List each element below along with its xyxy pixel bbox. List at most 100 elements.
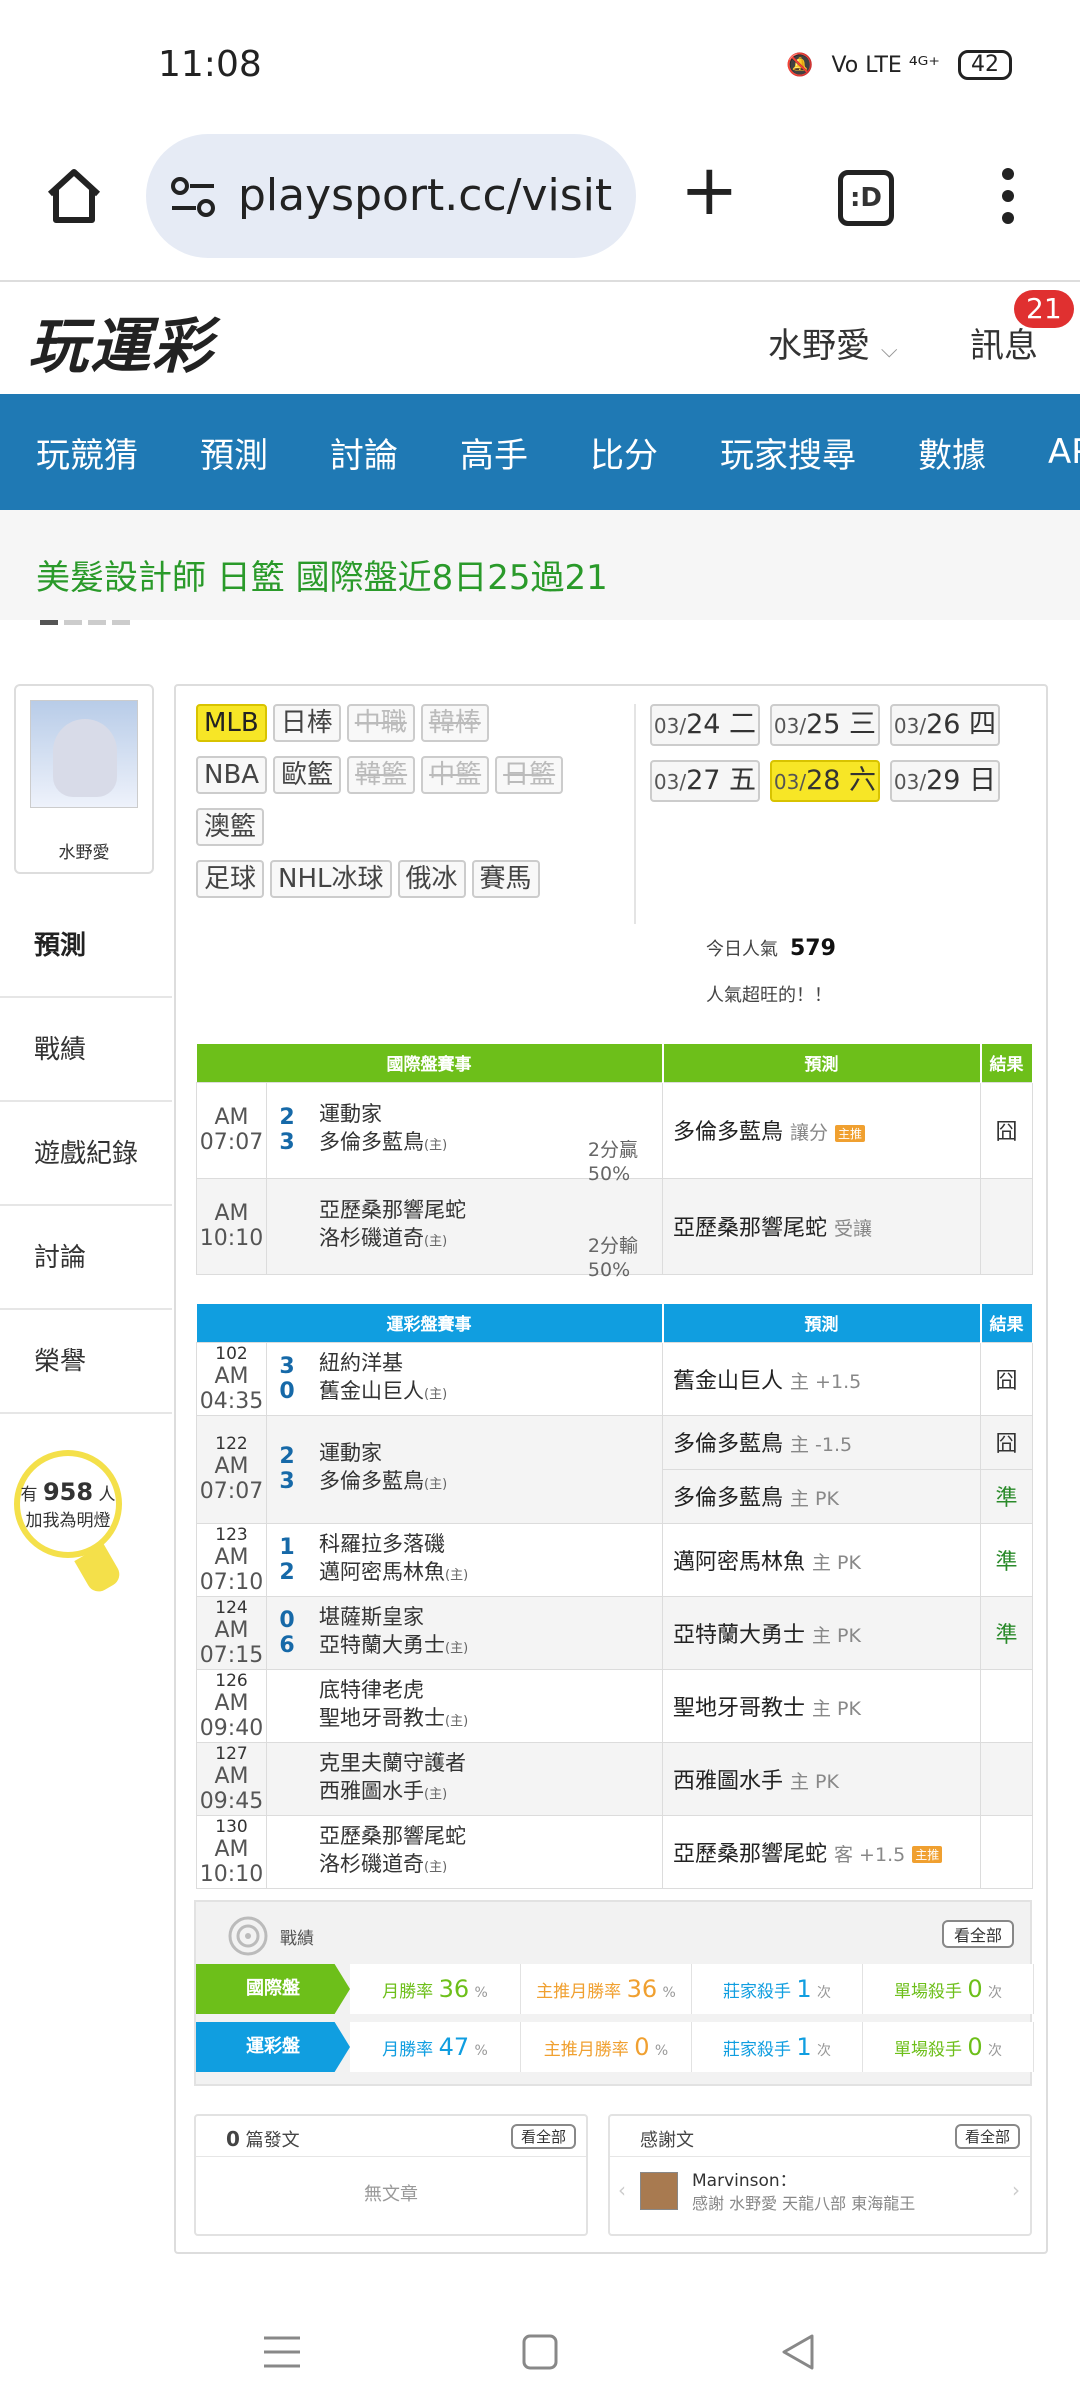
site-settings-icon[interactable] [170,174,216,220]
profile-menu-item[interactable]: 遊戲紀錄 [0,1102,172,1206]
thanks-user[interactable]: Marvinson： [692,2166,797,2191]
sport-tab[interactable]: NBA [196,756,268,794]
away-team[interactable]: 克里夫蘭守護者 [319,1749,466,1777]
fans-cta: 加我為明燈 [25,1511,111,1531]
posts-label: 篇發文 [245,2130,300,2151]
sport-tab[interactable]: 中職 [346,704,415,742]
home-team[interactable]: 聖地牙哥教士 [319,1706,445,1730]
stat-label: 莊家殺手 [722,1982,791,2002]
nav-item[interactable]: 玩家搜尋 [684,428,882,477]
record-stat: 月勝率 36 % [350,1964,521,2014]
new-tab-icon[interactable]: + [680,155,739,225]
nav-item[interactable]: 預測 [164,428,294,477]
record-stat: 單場殺手 0 次 [863,1964,1034,2014]
home-team[interactable]: 亞特蘭大勇士 [319,1633,445,1657]
stat-label: 月勝率 [382,2040,434,2060]
game-number: 127 [215,1743,248,1764]
prediction-team: 邁阿密馬林魚 [673,1549,806,1575]
popularity: 今日人氣 579 人氣超旺的！！ [706,926,836,1019]
nav-item[interactable]: 玩競猜 [0,428,164,477]
posts-box: 0 篇發文 看全部 無文章 [194,2114,588,2236]
away-team[interactable]: 亞歷桑那響尾蛇 [319,1196,466,1224]
stat-label: 單場殺手 [893,1982,962,2002]
promo-banner[interactable]: 美髮設計師 日籃 國際盤近8日25過21 [0,510,1080,620]
site-logo[interactable]: 玩運彩 [28,298,214,385]
prediction-team: 多倫多藍鳥 [673,1486,784,1511]
date-month: 03/ [773,770,807,794]
home-team[interactable]: 多倫多藍鳥 [319,1469,424,1493]
date-month: 03/ [653,770,687,794]
nav-item[interactable]: 數據 [882,428,1012,477]
record-label: 運彩盤 [196,2022,350,2072]
date-button[interactable]: 03/26 四 [890,704,1000,746]
home-button-icon[interactable] [522,2334,558,2370]
fan-lightbulb[interactable]: 有 958 人 加我為明燈 [14,1450,124,1596]
thanks-view-all-button[interactable]: 看全部 [954,2124,1020,2149]
sport-tab[interactable]: 足球 [196,860,265,898]
home-icon[interactable] [42,164,106,228]
profile-menu-item[interactable]: 戰績 [0,998,172,1102]
sport-tab[interactable]: 日籃 [495,756,564,794]
sport-tab[interactable]: 歐籃 [273,756,342,794]
profile-menu-item[interactable]: 榮譽 [0,1310,172,1414]
more-menu-icon[interactable] [1000,166,1016,226]
recent-apps-icon[interactable] [262,2334,302,2370]
sport-tab[interactable]: 中籃 [421,756,490,794]
profile-menu-item[interactable]: 預測 [0,894,172,998]
home-team[interactable]: 邁阿密馬林魚 [319,1560,445,1584]
stat-value: 0 [967,1975,983,2003]
away-team[interactable]: 堪薩斯皇家 [319,1603,468,1631]
chevron-right-icon[interactable]: › [1012,2178,1020,2202]
date-day: 25 三 [806,709,877,740]
record-view-all-button[interactable]: 看全部 [941,1920,1014,1948]
home-team[interactable]: 西雅圖水手 [319,1779,424,1803]
result-mark: 囧 [995,1368,1018,1394]
avatar-card[interactable]: 水野愛 [14,684,154,874]
away-team[interactable]: 底特律老虎 [319,1676,468,1704]
sport-tab[interactable]: MLB [196,704,267,742]
tab-switcher-icon[interactable]: :D [838,170,894,226]
home-marker: (主) [445,1567,469,1583]
sport-tab[interactable]: 俄冰 [397,860,466,898]
away-team[interactable]: 亞歷桑那響尾蛇 [319,1822,466,1850]
url-bar[interactable]: playsport.cc/visit [146,134,636,258]
home-team[interactable]: 多倫多藍鳥 [319,1130,424,1154]
date-button[interactable]: 03/25 三 [770,704,880,746]
chevron-left-icon[interactable]: ‹ [618,2178,626,2202]
away-team[interactable]: 運動家 [319,1100,447,1128]
home-team[interactable]: 洛杉磯道奇 [319,1852,424,1876]
home-marker: (主) [424,1859,448,1875]
date-button[interactable]: 03/28 六 [770,760,880,802]
nav-item[interactable]: 討論 [294,428,424,477]
sport-tab[interactable]: 賽馬 [471,860,540,898]
nav-item[interactable]: 高手 [424,428,554,477]
profile-menu-item[interactable]: 討論 [0,1206,172,1310]
sport-tab[interactable]: 韓棒 [420,704,489,742]
home-team[interactable]: 洛杉磯道奇 [319,1226,424,1250]
date-button[interactable]: 03/24 二 [650,704,760,746]
user-menu[interactable]: 水野愛 ⌵ [768,318,898,367]
away-team[interactable]: 紐約洋基 [319,1349,447,1377]
stat-value: 1 [796,1975,812,2003]
sport-tab[interactable]: 澳籃 [196,808,265,846]
back-icon[interactable] [780,2334,816,2370]
away-team[interactable]: 運動家 [319,1439,447,1467]
date-day: 27 五 [686,765,757,796]
fans-count: 958 [42,1478,94,1506]
date-button[interactable]: 03/27 五 [650,760,760,802]
table-header: 國際盤賽事 [196,1044,664,1082]
nav-item[interactable]: APP [1012,432,1080,472]
home-score: 6 [279,1632,295,1658]
home-team[interactable]: 舊金山巨人 [319,1379,424,1403]
date-button[interactable]: 03/29 日 [890,760,1000,802]
game-time: AM 09:40 [199,1690,264,1741]
sport-tab[interactable]: 韓籃 [347,756,416,794]
posts-view-all-button[interactable]: 看全部 [510,2124,576,2149]
date-month: 03/ [893,714,927,738]
sport-tab[interactable]: 日棒 [272,704,341,742]
popularity-label: 今日人氣 [706,939,778,960]
thanks-text[interactable]: 感謝 水野愛 天龍八部 東海龍王 [692,2190,915,2214]
nav-item[interactable]: 比分 [554,428,684,477]
away-team[interactable]: 科羅拉多落磯 [319,1530,468,1558]
sport-tab[interactable]: NHL冰球 [270,860,392,898]
